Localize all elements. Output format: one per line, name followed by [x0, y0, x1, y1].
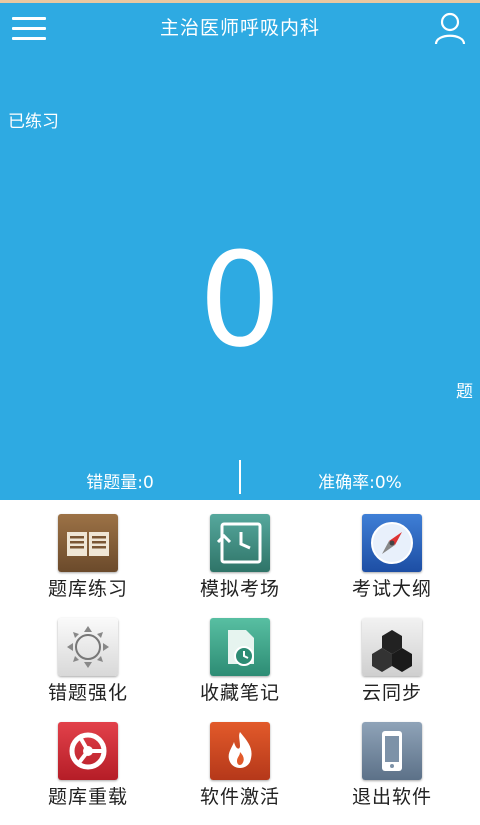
grid-label: 云同步: [361, 682, 422, 704]
exit-software-button[interactable]: 退出软件: [312, 708, 472, 812]
activate-software-button[interactable]: 软件激活: [160, 708, 320, 812]
grid-label: 题库重载: [47, 786, 128, 808]
practiced-label: 已练习: [8, 112, 59, 132]
progress-panel: 主治医师呼吸内科 已练习 0 题 错题量:0 准确率:0%: [0, 3, 480, 500]
mobile-phone-icon: [362, 722, 422, 780]
hexagon-cubes-icon: [362, 618, 422, 676]
flame-icon: [210, 722, 270, 780]
clock-history-icon: [210, 514, 270, 572]
compass-icon: [362, 514, 422, 572]
cloud-sync-button[interactable]: 云同步: [312, 604, 472, 708]
grid-label: 收藏笔记: [199, 682, 280, 704]
question-bank-practice-button[interactable]: 题库练习: [8, 500, 168, 604]
exam-syllabus-button[interactable]: 考试大纲: [312, 500, 472, 604]
grid-label: 错题强化: [47, 682, 128, 704]
note-clock-icon: [210, 618, 270, 676]
reload-question-bank-button[interactable]: 题库重载: [8, 708, 168, 812]
accuracy-stat: 准确率:0%: [318, 473, 402, 493]
wrong-questions-review-button[interactable]: 错题强化: [8, 604, 168, 708]
question-unit-label: 题: [456, 382, 473, 402]
grid-label: 题库练习: [47, 578, 128, 600]
practiced-count: 0: [198, 224, 282, 376]
user-profile-icon[interactable]: [433, 11, 467, 45]
open-book-icon: [58, 514, 118, 572]
mock-exam-button[interactable]: 模拟考场: [160, 500, 320, 604]
grid-label: 退出软件: [351, 786, 432, 808]
reload-app-icon: [58, 722, 118, 780]
grid-label: 软件激活: [199, 786, 280, 808]
loading-spinner-icon: [58, 618, 118, 676]
wrong-count-stat: 错题量:0: [86, 473, 154, 493]
favorite-notes-button[interactable]: 收藏笔记: [160, 604, 320, 708]
feature-grid: 题库练习 模拟考场 考试大纲 错题强化 收藏笔记 云同步 题库重载 软件激活 退…: [0, 500, 480, 825]
page-title: 主治医师呼吸内科: [159, 17, 320, 39]
grid-label: 模拟考场: [199, 578, 280, 600]
grid-label: 考试大纲: [351, 578, 432, 600]
